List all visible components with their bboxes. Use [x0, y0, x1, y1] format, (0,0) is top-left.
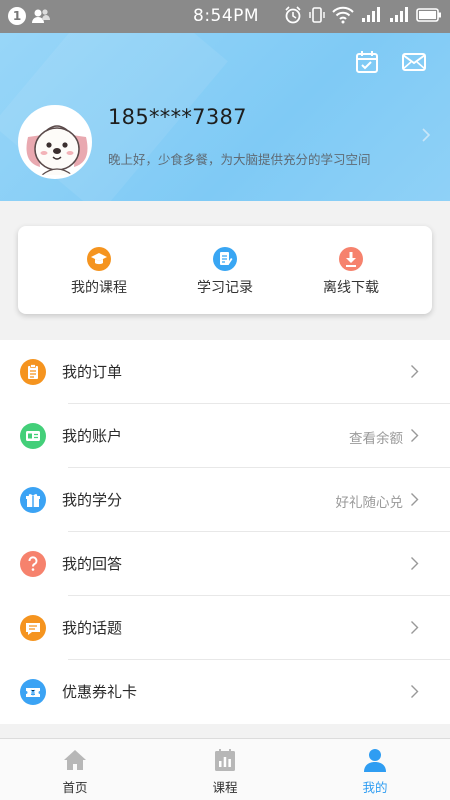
nav-courses[interactable]: 课程 [150, 739, 300, 800]
nav-profile-label: 我的 [362, 780, 388, 795]
status-time: 8:54PM [193, 6, 260, 26]
menu-item-orders[interactable]: 我的订单 [0, 340, 450, 404]
quick-actions-card: 我的课程 学习记录 离线下载 [18, 226, 432, 314]
quick-study-record[interactable]: 学习记录 [156, 226, 294, 314]
profile-icon [364, 749, 386, 772]
profile-header: 185****7387 晚上好，少食多餐，为大脑提供充分的学习空间 [0, 33, 450, 201]
calendar-check-icon[interactable] [354, 49, 380, 75]
quick-my-courses-label: 我的课程 [71, 280, 127, 296]
greeting-text: 晚上好，少食多餐，为大脑提供充分的学习空间 [108, 152, 371, 167]
status-bar: 1 8:54PM [0, 0, 450, 33]
menu-item-label: 我的账户 [62, 427, 123, 445]
quick-my-courses[interactable]: 我的课程 [30, 226, 168, 314]
bottom-nav: 首页 课程 我的 [0, 738, 450, 800]
course-calendar-icon [215, 749, 235, 771]
quick-study-record-label: 学习记录 [197, 280, 253, 296]
notification-badge: 1 [8, 7, 26, 25]
nav-courses-label: 课程 [212, 780, 238, 795]
nav-home[interactable]: 首页 [0, 739, 150, 800]
nav-home-label: 首页 [62, 780, 88, 795]
status-right [284, 6, 442, 24]
menu-item-extra: 查看余额 [349, 431, 403, 447]
menu-item-extra: 好礼随心兑 [335, 495, 404, 511]
download-icon [339, 247, 363, 271]
question-icon [20, 551, 46, 577]
chevron-right-icon [411, 365, 419, 378]
gift-icon [20, 487, 46, 513]
contacts-icon [32, 9, 50, 23]
menu-item-coupons[interactable]: 优惠券礼卡 [0, 660, 450, 724]
chevron-right-icon [411, 685, 419, 698]
alarm-icon [285, 6, 301, 24]
chevron-right-icon [411, 621, 419, 634]
chevron-right-icon[interactable] [420, 127, 432, 143]
battery-icon [416, 8, 441, 22]
avatar[interactable] [18, 105, 92, 179]
quick-offline-download-label: 离线下载 [323, 280, 379, 296]
menu-item-label: 我的订单 [62, 363, 123, 381]
signal-icon [362, 7, 380, 22]
menu-item-account[interactable]: 我的账户 查看余额 [0, 404, 450, 468]
mail-icon[interactable] [401, 49, 427, 75]
menu-item-answers[interactable]: 我的回答 [0, 532, 450, 596]
chevron-right-icon [411, 557, 419, 570]
graduation-cap-icon [87, 247, 111, 271]
wifi-icon [332, 6, 354, 24]
signal-icon-2 [390, 7, 408, 22]
order-clipboard-icon [20, 359, 46, 385]
menu-item-label: 我的话题 [62, 619, 123, 637]
menu-item-label: 我的学分 [62, 491, 123, 509]
menu-item-label: 优惠券礼卡 [62, 683, 138, 701]
nav-profile[interactable]: 我的 [300, 739, 450, 800]
menu-list: 我的订单 我的账户 查看余额 我的学分 好礼随心兑 我的回答 我的话题 优惠券礼… [0, 340, 450, 724]
chevron-right-icon [411, 493, 419, 506]
document-edit-icon [213, 247, 237, 271]
vibrate-icon [309, 7, 325, 23]
menu-item-credits[interactable]: 我的学分 好礼随心兑 [0, 468, 450, 532]
coupon-icon [20, 679, 46, 705]
chevron-right-icon [411, 429, 419, 442]
home-icon [64, 750, 86, 770]
quick-offline-download[interactable]: 离线下载 [282, 226, 420, 314]
menu-item-topics[interactable]: 我的话题 [0, 596, 450, 660]
status-left: 1 [8, 7, 50, 25]
chat-bubble-icon [20, 615, 46, 641]
menu-item-label: 我的回答 [62, 555, 123, 573]
account-card-icon [20, 423, 46, 449]
user-phone: 185****7387 [108, 105, 247, 129]
